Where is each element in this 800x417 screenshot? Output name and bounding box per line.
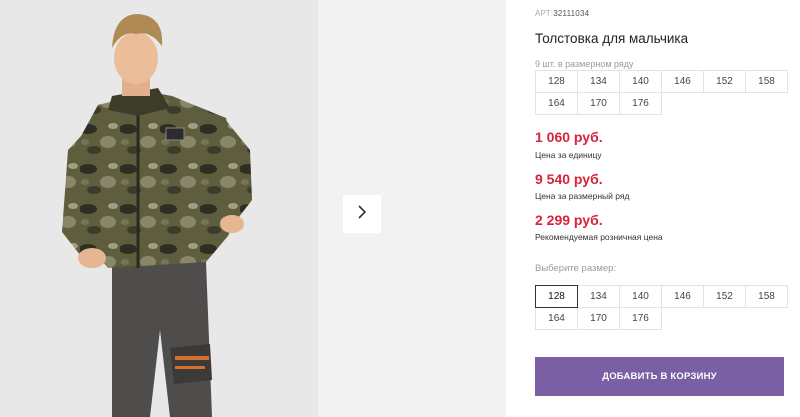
pack-size-cell: 158 — [745, 70, 788, 93]
pack-size-cell: 134 — [577, 70, 620, 93]
add-to-cart-button[interactable]: ДОБАВИТЬ В КОРЗИНУ — [535, 357, 784, 396]
size-select-label: Выберите размер: — [535, 263, 617, 274]
pack-size-cell: 164 — [535, 92, 578, 115]
size-option-140[interactable]: 140 — [619, 285, 662, 308]
product-photo-image — [0, 0, 318, 417]
row-price: 9 540 руб. — [535, 171, 603, 187]
pack-size-cell: 170 — [577, 92, 620, 115]
size-option-158[interactable]: 158 — [745, 285, 788, 308]
pack-size-cell: 152 — [703, 70, 746, 93]
size-option-146[interactable]: 146 — [661, 285, 704, 308]
size-option-176[interactable]: 176 — [619, 307, 662, 330]
unit-price: 1 060 руб. — [535, 129, 603, 145]
pack-size-cell: 128 — [535, 70, 578, 93]
size-option-152[interactable]: 152 — [703, 285, 746, 308]
article-number: АРТ:32111034 — [535, 9, 589, 18]
pack-size-cell: 140 — [619, 70, 662, 93]
size-select-grid: 128 134 140 146 152 158 164 170 176 — [535, 285, 788, 330]
size-option-134[interactable]: 134 — [577, 285, 620, 308]
pack-size-cell: 146 — [661, 70, 704, 93]
gallery-next-button[interactable] — [343, 195, 381, 233]
chevron-right-icon — [356, 204, 368, 225]
size-option-164[interactable]: 164 — [535, 307, 578, 330]
pack-size-grid: 128 134 140 146 152 158 164 170 176 — [535, 70, 788, 115]
retail-price-label: Рекомендуемая розничная цена — [535, 232, 663, 242]
product-photo[interactable] — [0, 0, 318, 417]
article-prefix: АРТ: — [535, 9, 554, 18]
row-price-label: Цена за размерный ряд — [535, 191, 630, 201]
product-gallery — [0, 0, 506, 417]
pack-note: 9 шт. в размерном ряду — [535, 59, 634, 69]
size-option-170[interactable]: 170 — [577, 307, 620, 330]
retail-price: 2 299 руб. — [535, 212, 603, 228]
size-option-128[interactable]: 128 — [535, 285, 578, 308]
unit-price-label: Цена за единицу — [535, 150, 602, 160]
article-value: 32111034 — [553, 9, 590, 18]
product-title: Толстовка для мальчика — [535, 31, 689, 46]
pack-size-cell: 176 — [619, 92, 662, 115]
